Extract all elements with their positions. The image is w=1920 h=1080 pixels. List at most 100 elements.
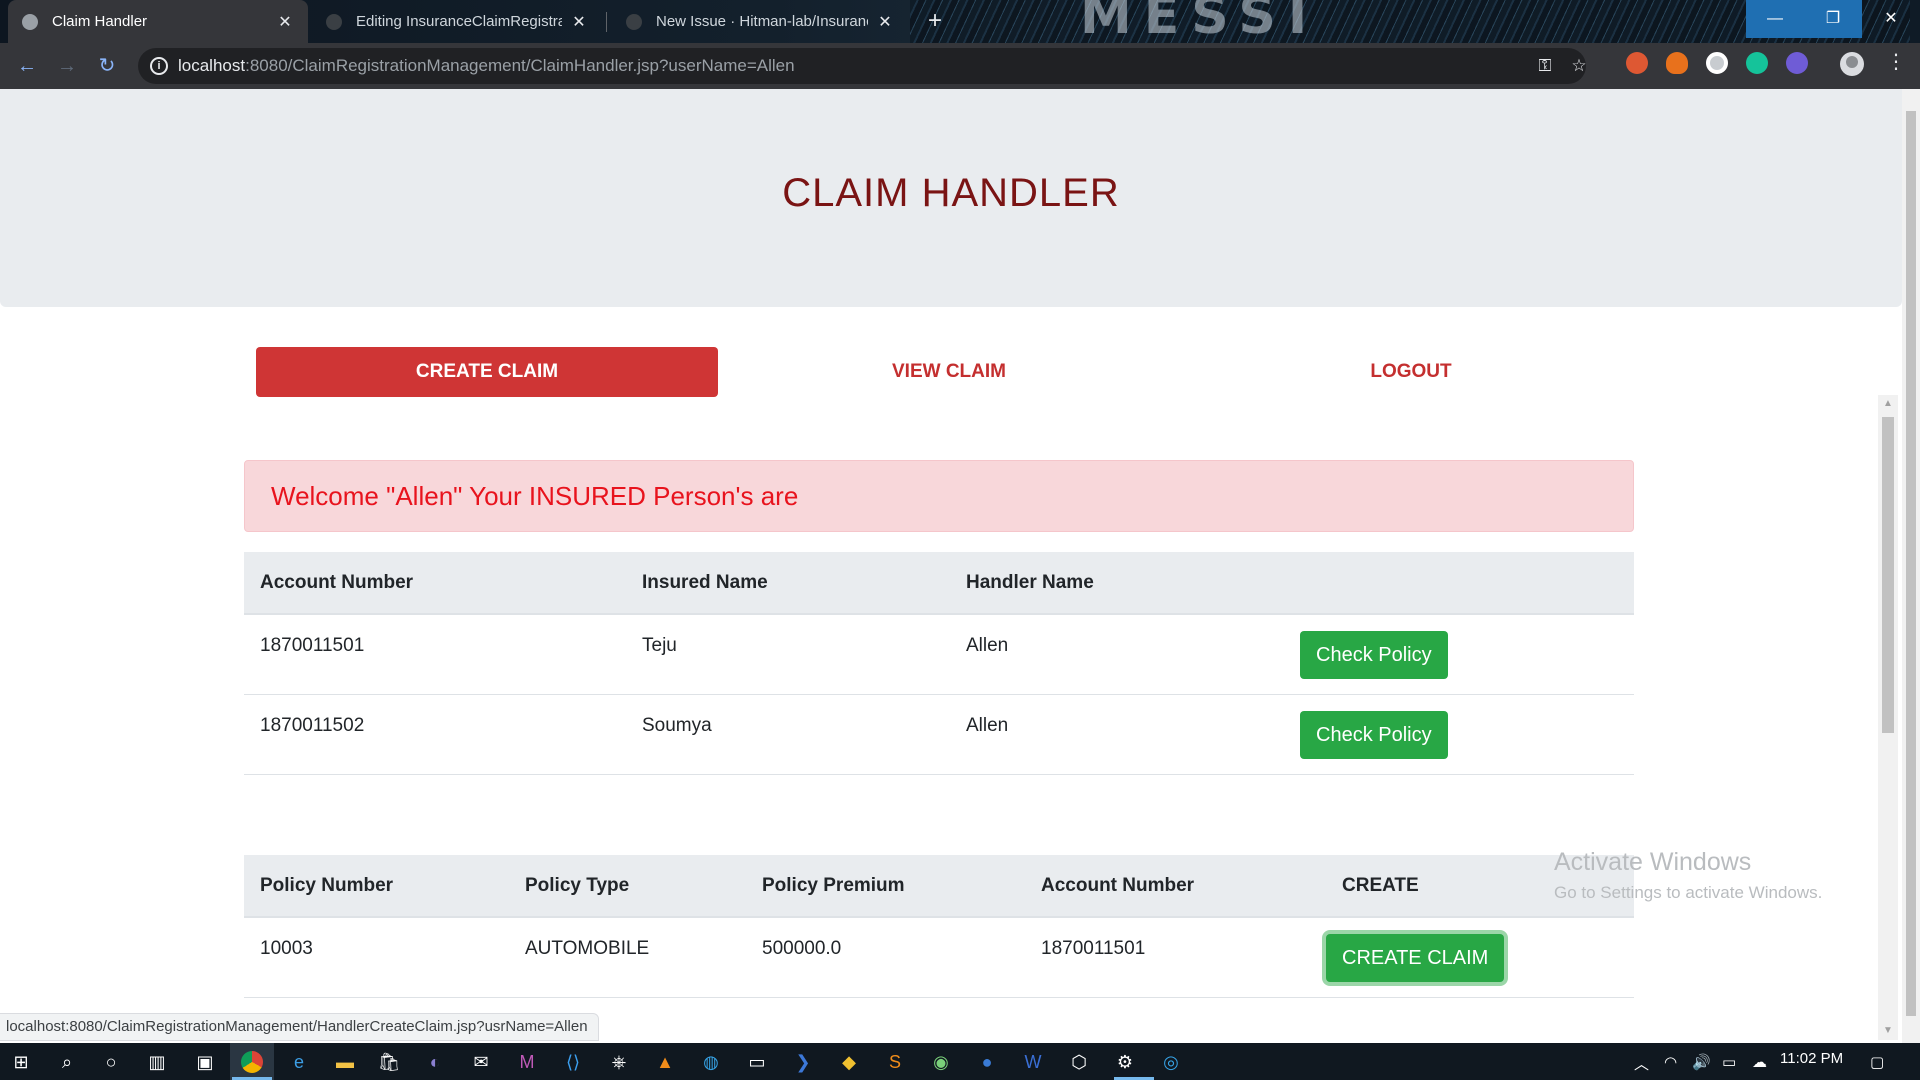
store-icon[interactable]: 🛍 (376, 1049, 402, 1075)
policy-premium-cell: 500000.0 (746, 917, 1025, 998)
table-row: 10003 AUTOMOBILE 500000.0 1870011501 CRE… (244, 917, 1634, 998)
profile-avatar[interactable] (1840, 52, 1864, 76)
action-cell: Check Policy (1284, 694, 1634, 775)
table-row: 1870011502 Soumya Allen Check Policy (244, 694, 1634, 775)
scrollbar-thumb[interactable] (1906, 111, 1916, 1016)
chrome-icon[interactable] (230, 1043, 274, 1080)
edge-icon[interactable]: e (286, 1049, 312, 1075)
create-claim-button[interactable]: CREATE CLAIM (1326, 934, 1505, 982)
onedrive-icon[interactable]: ☁ (1752, 1053, 1767, 1071)
table-header-row: Policy Number Policy Type Policy Premium… (244, 855, 1634, 918)
create-claim-nav-button[interactable]: CREATE CLAIM (256, 347, 718, 397)
logout-nav-link[interactable]: LOGOUT (1180, 347, 1642, 397)
action-cell: CREATE CLAIM (1326, 917, 1634, 998)
forward-button[interactable]: → (52, 51, 82, 81)
browser-app-icon[interactable]: ◍ (698, 1049, 724, 1075)
welcome-alert: Welcome "Allen" Your INSURED Person's ar… (244, 460, 1634, 532)
github-icon (626, 13, 642, 30)
policy-number-cell: 10003 (244, 917, 509, 998)
check-policy-button[interactable]: Check Policy (1300, 710, 1448, 759)
battery-icon[interactable]: ▭ (1722, 1053, 1736, 1071)
firefox-icon[interactable]: ● (974, 1049, 1000, 1075)
account-number-cell: 1870011501 (1025, 917, 1326, 998)
powershell-icon[interactable]: ❯ (790, 1049, 816, 1075)
url-text[interactable]: localhost:8080/ClaimRegistrationManageme… (178, 56, 795, 76)
sublime-icon[interactable]: S (882, 1049, 908, 1075)
tab-title: Claim Handler (52, 13, 148, 30)
url-host: localhost (178, 56, 246, 75)
star-icon[interactable]: ☆ (1568, 55, 1590, 77)
table-row: 1870011501 Teju Allen Check Policy (244, 614, 1634, 695)
file-explorer-icon[interactable]: ▬ (332, 1049, 358, 1075)
handler-name-cell: Allen (950, 614, 1284, 695)
fire-extension-icon[interactable] (1666, 52, 1688, 74)
wifi-icon[interactable]: ◠ (1664, 1053, 1677, 1071)
minimize-button[interactable]: — (1746, 0, 1804, 38)
terminal-icon[interactable]: ▭ (744, 1049, 770, 1075)
tab-separator (606, 12, 607, 32)
gitkraken-icon[interactable]: ◉ (928, 1049, 954, 1075)
network-app-icon[interactable]: ⎈ (606, 1049, 632, 1075)
reload-button[interactable]: ↻ (92, 51, 122, 81)
notification-icon[interactable]: ▢ (1870, 1053, 1884, 1071)
close-icon[interactable]: ✕ (876, 12, 894, 32)
tray-chevron-icon[interactable]: ︿ (1634, 1053, 1649, 1074)
address-bar[interactable]: i localhost:8080/ClaimRegistrationManage… (138, 48, 1587, 84)
compass-icon[interactable]: ◎ (1158, 1049, 1184, 1075)
inner-scrollbar[interactable]: ▲ ▼ (1878, 395, 1898, 1040)
onenote-icon[interactable]: M (514, 1049, 540, 1075)
grammarly-extension-icon[interactable] (1746, 52, 1768, 74)
git-icon[interactable]: ◆ (836, 1049, 862, 1075)
check-extension-icon[interactable] (1786, 52, 1808, 74)
mail-icon[interactable]: ✉ (468, 1049, 494, 1075)
menu-icon[interactable]: ⋮ (1886, 49, 1906, 74)
wallpaper-logo: MESSI (1080, 0, 1320, 46)
scrollbar-thumb[interactable] (1882, 417, 1894, 733)
key-icon[interactable]: ⚿ (1534, 55, 1556, 77)
close-icon[interactable]: ✕ (570, 12, 588, 32)
check-policy-button[interactable]: Check Policy (1300, 631, 1448, 679)
column-header: Insured Name (626, 552, 950, 615)
activate-windows-subtitle: Go to Settings to activate Windows. (1554, 883, 1823, 902)
account-number-cell: 1870011501 (244, 614, 626, 695)
circle-extension-icon[interactable] (1706, 52, 1728, 74)
info-icon[interactable]: i (150, 57, 168, 75)
vscode-icon[interactable]: ⟨⟩ (560, 1049, 586, 1075)
close-icon[interactable]: ✕ (276, 12, 294, 32)
new-tab-button[interactable]: + (920, 6, 950, 36)
windows-start-icon[interactable]: ⊞ (8, 1049, 34, 1075)
header-jumbotron: CLAIM HANDLER (0, 89, 1902, 307)
tab-editing[interactable]: Editing InsuranceClaimRegistrat ✕ (312, 0, 602, 43)
volume-icon[interactable]: 🔊 (1692, 1053, 1711, 1071)
restore-button[interactable]: ❐ (1804, 0, 1862, 38)
tab-claim-handler[interactable]: Claim Handler ✕ (8, 0, 308, 43)
scroll-up-arrow-icon[interactable]: ▲ (1878, 395, 1898, 413)
browser-toolbar: ← → ↻ i localhost:8080/ClaimRegistration… (0, 43, 1920, 89)
policy-type-cell: AUTOMOBILE (509, 917, 746, 998)
windows-taskbar: ⊞ ⌕ ○ ▥ ▣ e ▬ 🛍 ◐ ✉ M ⟨⟩ ⎈ ▲ ◍ ▭ ❯ ◆ S ◉… (0, 1043, 1920, 1080)
settings-app-icon[interactable]: ⚙ (1112, 1049, 1138, 1075)
virtualbox-icon[interactable]: ⬡ (1066, 1049, 1092, 1075)
tab-new-issue[interactable]: New Issue · Hitman-lab/Insuranc ✕ (612, 0, 908, 43)
cortana-icon[interactable]: ○ (98, 1049, 124, 1075)
action-cell: Check Policy (1284, 614, 1634, 695)
page-scrollbar[interactable] (1902, 89, 1920, 1043)
back-button[interactable]: ← (12, 51, 42, 81)
vlc-icon[interactable]: ▲ (652, 1049, 678, 1075)
search-icon[interactable]: ⌕ (54, 1049, 80, 1075)
insured-name-cell: Soumya (626, 694, 950, 775)
task-view-icon[interactable]: ▥ (144, 1049, 170, 1075)
app-icon[interactable]: ▣ (192, 1049, 218, 1075)
scroll-down-arrow-icon[interactable]: ▼ (1878, 1022, 1898, 1040)
column-header: Policy Premium (746, 855, 1025, 918)
duckduckgo-extension-icon[interactable] (1626, 52, 1648, 74)
window-close-button[interactable]: ✕ (1862, 0, 1920, 38)
eclipse-icon[interactable]: ◐ (422, 1049, 448, 1075)
taskbar-clock[interactable]: 11:02 PM (1780, 1050, 1843, 1067)
view-claim-nav-link[interactable]: VIEW CLAIM (718, 347, 1180, 397)
word-icon[interactable]: W (1020, 1049, 1046, 1075)
column-header: Policy Type (509, 855, 746, 918)
column-header: Account Number (244, 552, 626, 615)
table-header-row: Account Number Insured Name Handler Name (244, 552, 1634, 615)
insured-accounts-table: Account Number Insured Name Handler Name… (244, 552, 1634, 775)
